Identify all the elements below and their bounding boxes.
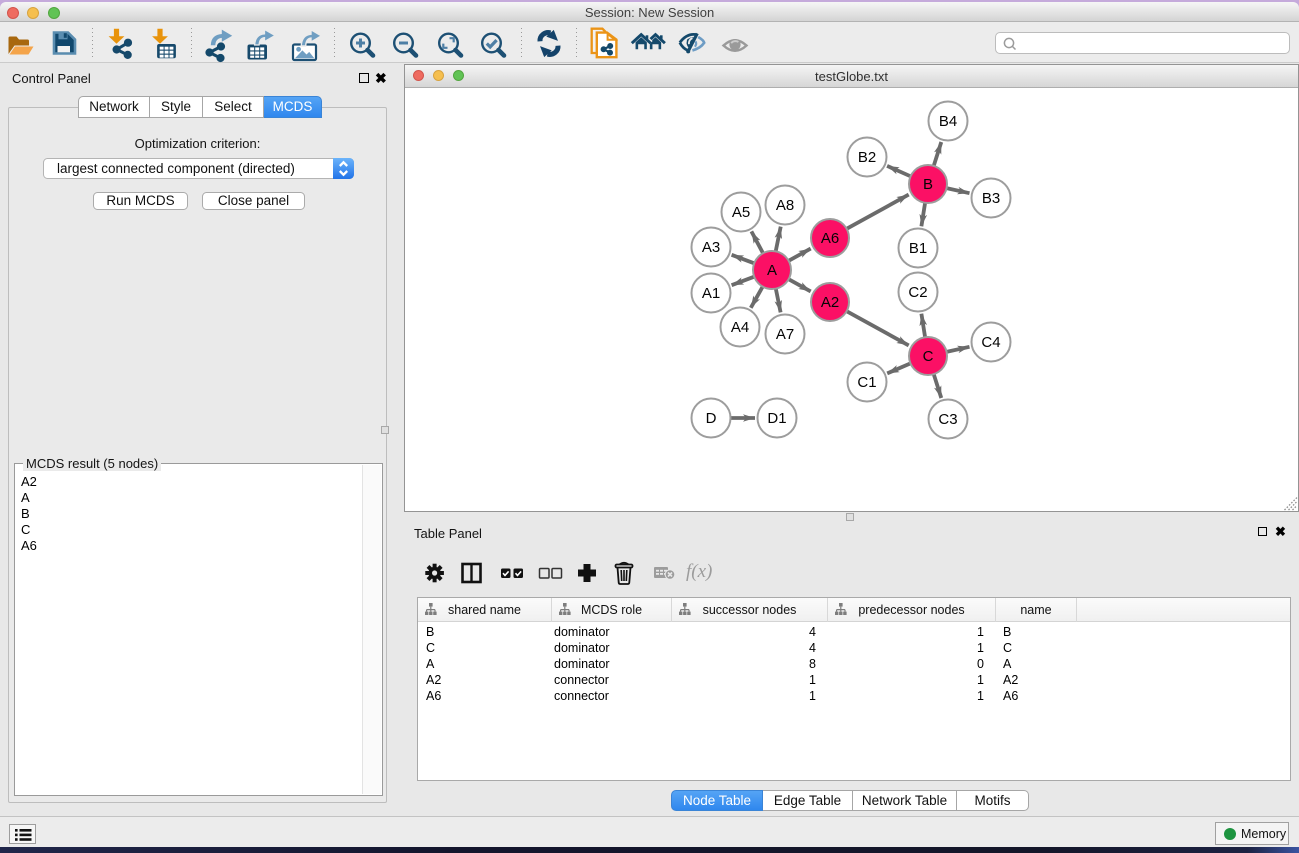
svg-text:A3: A3 bbox=[702, 239, 720, 256]
svg-text:A7: A7 bbox=[776, 326, 794, 343]
svg-text:C1: C1 bbox=[857, 374, 876, 391]
svg-text:D1: D1 bbox=[767, 410, 786, 427]
svg-text:B2: B2 bbox=[858, 149, 876, 166]
svg-text:D: D bbox=[706, 410, 717, 427]
svg-text:A4: A4 bbox=[731, 319, 749, 336]
svg-text:B3: B3 bbox=[982, 190, 1000, 207]
svg-text:C3: C3 bbox=[938, 411, 957, 428]
svg-text:B: B bbox=[923, 176, 933, 193]
svg-text:A8: A8 bbox=[776, 197, 794, 214]
svg-text:C: C bbox=[923, 348, 934, 365]
svg-text:A6: A6 bbox=[821, 230, 839, 247]
svg-text:A1: A1 bbox=[702, 285, 720, 302]
svg-text:A: A bbox=[767, 262, 777, 279]
svg-text:A5: A5 bbox=[732, 204, 750, 221]
svg-text:A2: A2 bbox=[821, 294, 839, 311]
svg-text:C2: C2 bbox=[908, 284, 927, 301]
svg-text:B1: B1 bbox=[909, 240, 927, 257]
svg-text:C4: C4 bbox=[981, 334, 1000, 351]
svg-text:B4: B4 bbox=[939, 113, 957, 130]
